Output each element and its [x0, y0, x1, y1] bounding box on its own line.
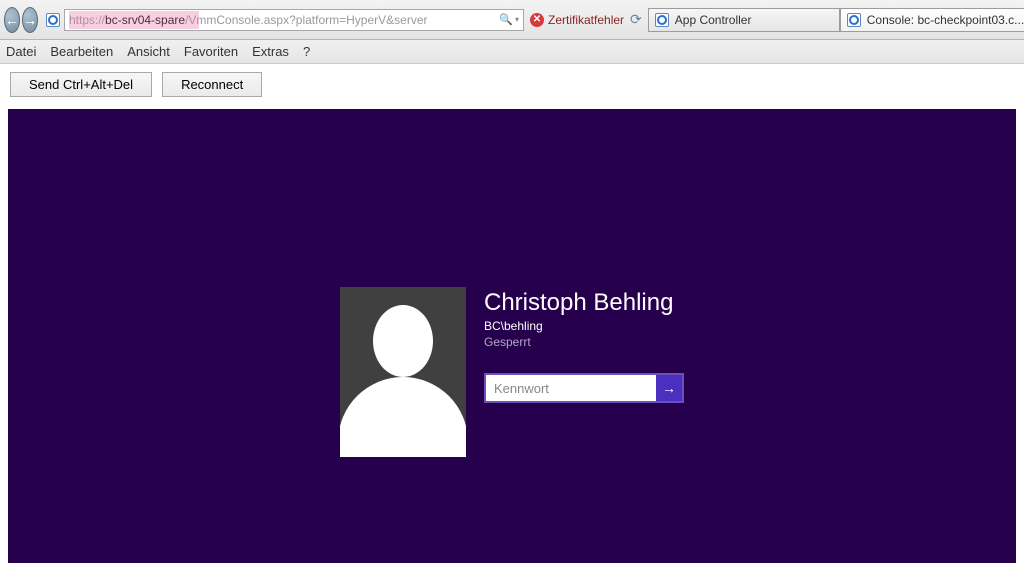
tab-favicon-icon	[655, 13, 669, 27]
arrow-right-icon: →	[23, 13, 37, 27]
user-account: BC\behling	[484, 319, 684, 333]
tab-strip: App Controller Console: bc-checkpoint03.…	[648, 8, 1024, 32]
menu-bar: Datei Bearbeiten Ansicht Favoriten Extra…	[0, 40, 1024, 64]
reconnect-button[interactable]: Reconnect	[162, 72, 262, 97]
tab-label: Console: bc-checkpoint03.c...	[867, 13, 1024, 27]
menu-favoriten[interactable]: Favoriten	[184, 44, 238, 59]
lock-text: Christoph Behling BC\behling Gesperrt →	[484, 287, 684, 403]
avatar-head-icon	[373, 305, 433, 377]
chevron-down-icon: ▾	[515, 15, 519, 24]
menu-datei[interactable]: Datei	[6, 44, 36, 59]
back-button[interactable]: ←	[4, 7, 20, 33]
error-icon: ✕	[530, 13, 544, 27]
url-path: /VmmConsole.aspx?platform=HyperV&server	[185, 13, 427, 27]
tab-console[interactable]: Console: bc-checkpoint03.c... ✕	[840, 8, 1024, 32]
address-bar[interactable]: https:// bc-srv04-spare /VmmConsole.aspx…	[64, 9, 524, 31]
cert-error-label: Zertifikatfehler	[548, 13, 624, 27]
url-host: bc-srv04-spare	[105, 13, 185, 27]
page-favicon	[46, 11, 60, 29]
arrow-left-icon: ←	[5, 13, 19, 27]
tab-label: App Controller	[675, 13, 833, 27]
menu-extras[interactable]: Extras	[252, 44, 289, 59]
submit-password-button[interactable]: →	[656, 375, 682, 401]
url-scheme: https://	[69, 13, 105, 27]
cert-error-badge[interactable]: ✕ Zertifikatfehler	[526, 13, 628, 27]
arrow-right-icon: →	[662, 380, 676, 396]
lock-status: Gesperrt	[484, 335, 684, 349]
ie-favicon-icon	[46, 13, 60, 27]
user-full-name: Christoph Behling	[484, 289, 684, 317]
tab-favicon-icon	[847, 13, 861, 27]
avatar-body-icon	[340, 377, 466, 457]
send-ctrl-alt-del-button[interactable]: Send Ctrl+Alt+Del	[10, 72, 152, 97]
forward-button[interactable]: →	[22, 7, 38, 33]
action-toolbar: Send Ctrl+Alt+Del Reconnect	[0, 64, 1024, 109]
lock-screen: Christoph Behling BC\behling Gesperrt →	[340, 287, 684, 457]
search-icon[interactable]: 🔍▾	[499, 13, 519, 26]
user-avatar	[340, 287, 466, 457]
refresh-icon: ⟳	[630, 11, 642, 28]
menu-bearbeiten[interactable]: Bearbeiten	[50, 44, 113, 59]
refresh-button[interactable]: ⟳	[630, 12, 642, 28]
menu-ansicht[interactable]: Ansicht	[127, 44, 170, 59]
menu-help[interactable]: ?	[303, 44, 310, 59]
vm-console[interactable]: Christoph Behling BC\behling Gesperrt →	[8, 109, 1016, 563]
password-row: →	[484, 373, 684, 403]
password-input[interactable]	[486, 375, 656, 401]
browser-chrome: ← → https:// bc-srv04-spare /VmmConsole.…	[0, 0, 1024, 40]
tab-app-controller[interactable]: App Controller	[648, 8, 840, 32]
